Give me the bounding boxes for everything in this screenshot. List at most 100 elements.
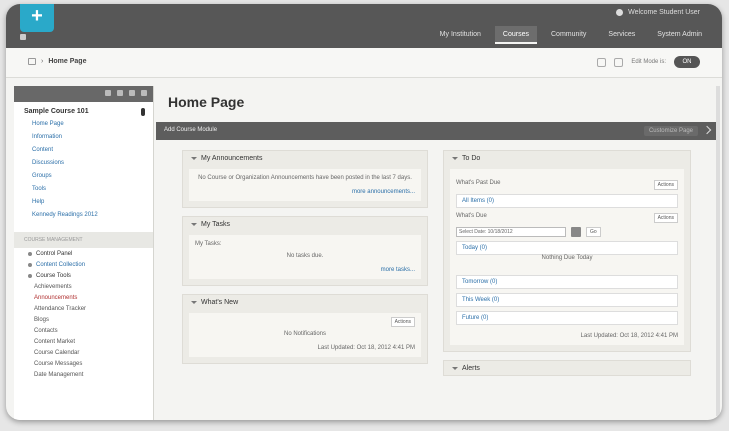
tool-item[interactable]: Date Management — [14, 369, 153, 380]
collapse-icon[interactable] — [141, 90, 147, 96]
calendar-icon[interactable] — [571, 227, 581, 237]
tool-item[interactable]: Blogs — [14, 314, 153, 325]
last-updated: Last Updated: Oct 18, 2012 4:41 PM — [580, 333, 678, 339]
course-tools-heading[interactable]: Course Tools — [14, 270, 153, 281]
customize-page-button[interactable]: Customize Page — [643, 126, 698, 136]
control-panel: Control Panel Content Collection Course … — [14, 248, 153, 380]
module-alerts: Alerts — [443, 360, 691, 376]
expand-icon — [28, 262, 32, 267]
course-menu: Home Page Information Content Discussion… — [14, 118, 153, 222]
tool-item[interactable]: Course Messages — [14, 358, 153, 369]
module-header[interactable]: What's New — [183, 295, 427, 309]
expand-icon — [28, 273, 32, 278]
more-announcements-link[interactable]: more announcements... — [195, 189, 415, 195]
sort-icon[interactable] — [129, 90, 135, 96]
page-title: Home Page — [168, 94, 245, 110]
refresh-icon[interactable] — [117, 90, 123, 96]
caret-down-icon[interactable] — [191, 156, 197, 160]
main-nav: My Institution Courses Community Service… — [432, 26, 710, 44]
sidebar-item-readings[interactable]: Kennedy Readings 2012 — [14, 209, 153, 222]
course-tools-label: Course Tools — [36, 272, 71, 279]
past-due-heading: What's Past Due — [456, 180, 501, 186]
module-title: My Announcements — [201, 154, 263, 162]
edit-mode-toggle[interactable]: ON — [674, 56, 700, 68]
module-header[interactable]: My Announcements — [183, 151, 427, 165]
caret-down-icon[interactable] — [452, 366, 458, 370]
accessibility-icon[interactable] — [614, 57, 624, 67]
tool-item[interactable]: Course Calendar — [14, 347, 153, 358]
tab-community[interactable]: Community — [543, 26, 594, 44]
actions-select[interactable]: Actions — [653, 180, 678, 190]
sidebar-item-information[interactable]: Information — [14, 131, 153, 144]
tool-item[interactable]: Attendance Tracker — [14, 303, 153, 314]
caret-down-icon[interactable] — [452, 156, 458, 160]
tasks-label: My Tasks: — [195, 241, 222, 247]
due-future[interactable]: Future (0) — [462, 315, 488, 321]
course-title[interactable]: Sample Course 101 — [14, 102, 153, 118]
page-scrollbar[interactable] — [716, 86, 720, 416]
breadcrumb-current[interactable]: Home Page — [48, 58, 86, 65]
home-icon[interactable] — [28, 58, 36, 65]
module-header[interactable]: My Tasks — [183, 217, 427, 231]
caret-down-icon[interactable] — [191, 300, 197, 304]
user-menu[interactable]: Welcome Student User — [616, 6, 700, 18]
tool-item[interactable]: Contacts — [14, 325, 153, 336]
tab-my-institution[interactable]: My Institution — [432, 26, 489, 44]
tab-system-admin[interactable]: System Admin — [649, 26, 710, 44]
caret-down-icon[interactable] — [191, 222, 197, 226]
module-title: My Tasks — [201, 220, 231, 228]
course-title-text: Sample Course 101 — [24, 108, 89, 115]
app-window: + Welcome Student User My Institution Co… — [6, 4, 722, 420]
module-header[interactable]: To Do — [444, 151, 690, 165]
sidebar-item-groups[interactable]: Groups — [14, 170, 153, 183]
sidebar-item-content[interactable]: Content — [14, 144, 153, 157]
more-tasks-link[interactable]: more tasks... — [195, 267, 415, 273]
page-tools: Edit Mode is: ON — [597, 56, 700, 68]
module-title: What's New — [201, 298, 239, 306]
add-course-module-button[interactable]: Add Course Module — [164, 127, 217, 133]
due-tomorrow[interactable]: Tomorrow (0) — [462, 279, 497, 285]
sidebar-item-home-page[interactable]: Home Page — [14, 118, 153, 131]
menu-icon[interactable] — [20, 34, 26, 40]
module-title: To Do — [462, 154, 481, 162]
course-menu-sidebar: Sample Course 101 Home Page Information … — [14, 86, 154, 420]
control-panel-label: Control Panel — [36, 250, 73, 257]
go-button[interactable]: Go — [586, 227, 601, 237]
module-header[interactable]: Alerts — [444, 361, 690, 375]
actions-select[interactable]: Actions — [390, 317, 415, 327]
module-my-tasks: My Tasks My Tasks: No tasks due. more ta… — [182, 216, 428, 286]
module-title: Alerts — [462, 364, 480, 372]
add-icon[interactable] — [105, 90, 111, 96]
due-this-week[interactable]: This Week (0) — [462, 297, 499, 303]
content-collection-link[interactable]: Content Collection — [14, 259, 153, 270]
control-panel-heading[interactable]: Control Panel — [14, 248, 153, 259]
tool-item[interactable]: Achievements — [14, 281, 153, 292]
tab-services[interactable]: Services — [600, 26, 643, 44]
pin-icon — [141, 108, 145, 116]
chevron-icon[interactable] — [702, 125, 712, 135]
due-today[interactable]: Today (0) — [462, 245, 487, 251]
module-body: My Tasks: No tasks due. more tasks... — [189, 235, 421, 279]
sidebar-item-help[interactable]: Help — [14, 196, 153, 209]
date-select-input[interactable]: Select Date: 10/18/2012 — [456, 227, 566, 237]
action-bar: Add Course Module Customize Page — [156, 122, 716, 140]
person-icon — [616, 8, 624, 16]
announcements-text: No Course or Organization Announcements … — [198, 175, 412, 181]
right-module-column: To Do What's Past Due Actions All Items (… — [443, 150, 691, 384]
due-heading: What's Due — [456, 213, 487, 219]
tool-item[interactable]: Content Market — [14, 336, 153, 347]
sidebar-item-discussions[interactable]: Discussions — [14, 157, 153, 170]
content-collection-label: Content Collection — [36, 261, 86, 268]
last-updated: Last Updated: Oct 18, 2012 4:41 PM — [317, 345, 415, 351]
tool-item-announcements[interactable]: Announcements — [14, 292, 153, 303]
notifications-text: No Notifications — [283, 331, 327, 337]
breadcrumb: › Home Page — [28, 58, 86, 65]
sidebar-item-tools[interactable]: Tools — [14, 183, 153, 196]
tab-courses[interactable]: Courses — [494, 26, 537, 44]
help-icon[interactable] — [597, 57, 607, 67]
actions-select[interactable]: Actions — [653, 213, 678, 223]
module-body: No Course or Organization Announcements … — [189, 169, 421, 201]
past-due-all-items[interactable]: All Items (0) — [462, 198, 494, 204]
plus-logo-icon[interactable]: + — [20, 4, 54, 32]
breadcrumb-separator: › — [41, 58, 44, 65]
